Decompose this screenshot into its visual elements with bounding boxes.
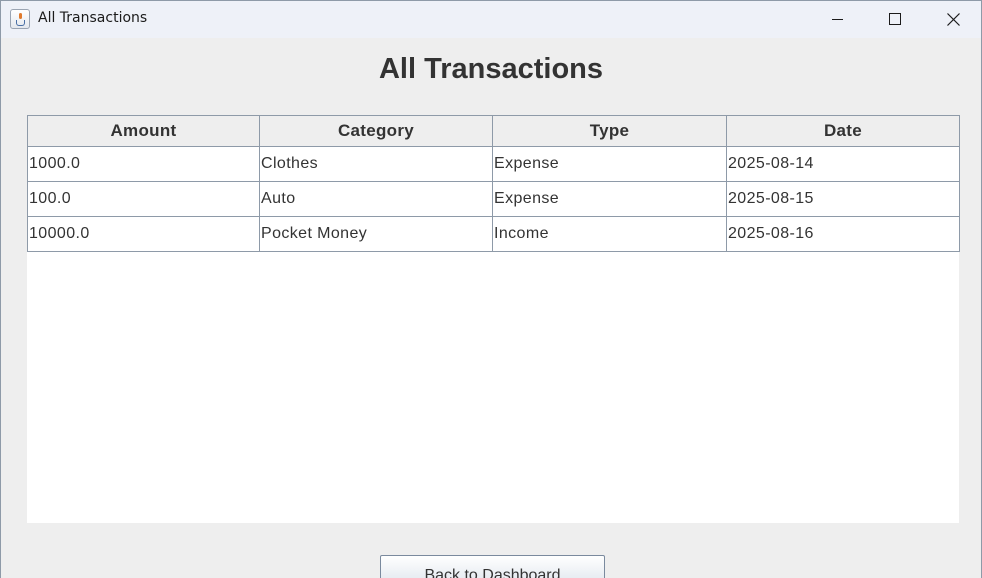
cell-category[interactable]: Pocket Money xyxy=(259,216,493,252)
maximize-icon xyxy=(889,13,901,25)
table-header-row: Amount Category Type Date xyxy=(27,115,960,147)
cell-type[interactable]: Expense xyxy=(492,146,727,182)
cell-amount[interactable]: 1000.0 xyxy=(27,146,260,182)
column-header-category[interactable]: Category xyxy=(259,115,493,147)
cell-category[interactable]: Auto xyxy=(259,181,493,217)
transactions-table-scrollpane[interactable]: Amount Category Type Date 1000.0 Clothes… xyxy=(27,115,960,523)
page-title: All Transactions xyxy=(378,53,603,85)
cell-date[interactable]: 2025-08-14 xyxy=(726,146,960,182)
cell-amount[interactable]: 100.0 xyxy=(27,181,260,217)
app-window: All Transactions All Transactions Amount… xyxy=(0,0,982,578)
cell-type[interactable]: Income xyxy=(492,216,727,252)
table-row[interactable]: 1000.0 Clothes Expense 2025-08-14 xyxy=(27,146,960,182)
cell-date[interactable]: 2025-08-16 xyxy=(726,216,960,252)
cell-category[interactable]: Clothes xyxy=(259,146,493,182)
minimize-icon xyxy=(832,19,843,20)
column-header-amount[interactable]: Amount xyxy=(27,115,260,147)
maximize-button[interactable] xyxy=(866,1,924,38)
back-to-dashboard-button[interactable]: Back to Dashboard xyxy=(380,555,605,578)
close-button[interactable] xyxy=(924,1,982,38)
column-header-date[interactable]: Date xyxy=(726,115,960,147)
column-header-type[interactable]: Type xyxy=(492,115,727,147)
table-row[interactable]: 100.0 Auto Expense 2025-08-15 xyxy=(27,181,960,217)
window-title: All Transactions xyxy=(38,10,148,26)
title-bar: All Transactions xyxy=(1,1,981,38)
transactions-table[interactable]: Amount Category Type Date 1000.0 Clothes… xyxy=(27,115,960,252)
close-icon xyxy=(947,13,960,26)
table-row[interactable]: 10000.0 Pocket Money Income 2025-08-16 xyxy=(27,216,960,252)
java-cup-icon xyxy=(10,9,30,29)
minimize-button[interactable] xyxy=(808,1,866,38)
cell-amount[interactable]: 10000.0 xyxy=(27,216,260,252)
cell-date[interactable]: 2025-08-15 xyxy=(726,181,960,217)
cell-type[interactable]: Expense xyxy=(492,181,727,217)
